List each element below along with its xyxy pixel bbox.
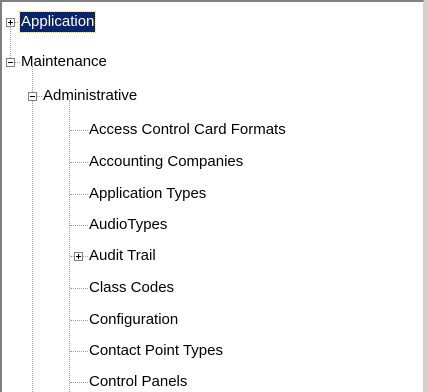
tree-guide-line [70,288,88,289]
tree-node-label: Configuration [89,311,179,328]
tree-node-application[interactable]: Application [18,11,97,33]
tree-guide-line [70,320,88,321]
tree-guide-line [70,351,88,352]
expand-plus-icon[interactable] [74,252,83,261]
tree-guide-line [70,130,88,131]
tree-node-configuration[interactable]: Configuration [88,309,179,331]
tree-node-label: Maintenance [21,53,107,70]
tree-guide-line [70,162,88,163]
tree-node-label: Access Control Card Formats [89,121,286,138]
window-frame-edge [424,0,428,392]
expand-plus-icon[interactable] [6,18,15,27]
tree-guide-line [32,66,33,392]
tree-node-label: Contact Point Types [89,342,223,359]
tree-node-maintenance[interactable]: Maintenance [20,51,108,73]
tree-node-contact-point-types[interactable]: Contact Point Types [88,340,224,362]
tree-node-accounting-companies[interactable]: Accounting Companies [88,151,244,173]
tree-node-audit-trail[interactable]: Audit Trail [88,245,157,267]
tree-node-label: Accounting Companies [89,153,244,170]
tree-guide-line [70,225,88,226]
tree-node-label: Administrative [43,87,138,104]
tree-guide-line [69,100,70,392]
tree-node-audiotypes[interactable]: AudioTypes [88,214,168,236]
tree-node-label: Application [18,11,97,33]
tree-node-access-control-card-formats[interactable]: Access Control Card Formats [88,119,287,141]
tree-guide-line [70,194,88,195]
tree-node-administrative[interactable]: Administrative [42,85,138,107]
collapse-minus-icon[interactable] [28,92,37,101]
tree-node-label: Class Codes [89,279,175,296]
tree-node-class-codes[interactable]: Class Codes [88,277,175,299]
tree-node-label: Control Panels [89,373,188,390]
collapse-minus-icon[interactable] [6,58,15,67]
tree-node-label: Audit Trail [89,247,156,264]
tree-guide-line [70,382,88,383]
tree-node-control-panels[interactable]: Control Panels [88,371,188,392]
tree-node-application-types[interactable]: Application Types [88,183,207,205]
tree-node-label: AudioTypes [89,216,168,233]
tree-node-label: Application Types [89,185,207,202]
tree-view[interactable]: Application Maintenance Administrative A… [0,0,424,392]
